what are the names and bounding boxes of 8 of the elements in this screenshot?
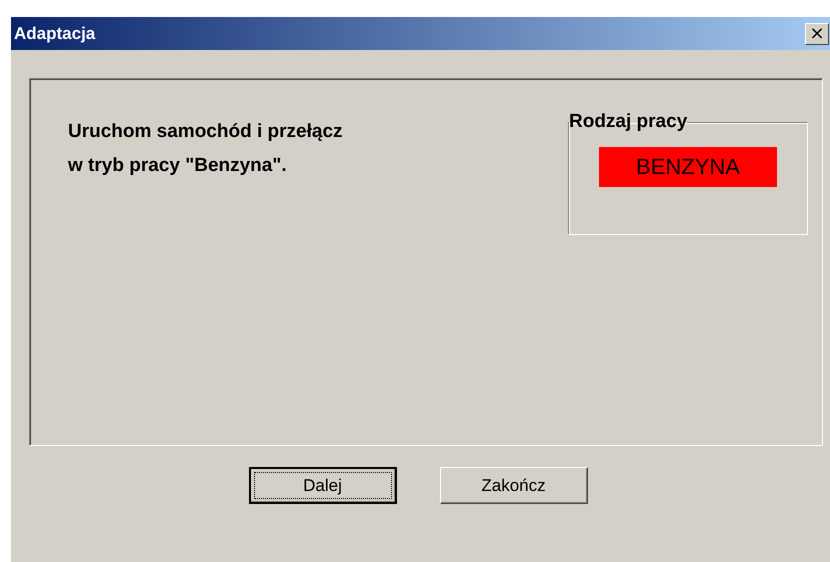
group-label: Rodzaj pracy xyxy=(569,111,688,133)
fuel-mode-indicator: BENZYNA xyxy=(599,147,777,187)
window-title: Adaptacja xyxy=(14,24,96,44)
dialog-button[interactable]: Dalej xyxy=(248,467,396,504)
instruction-text: w tryb pracy "Benzyna". xyxy=(68,155,288,177)
instruction-text: Uruchom samochód i przełącz xyxy=(68,121,343,143)
close-button[interactable]: × xyxy=(805,22,829,44)
dialog-button[interactable]: Zakończ xyxy=(440,467,588,504)
